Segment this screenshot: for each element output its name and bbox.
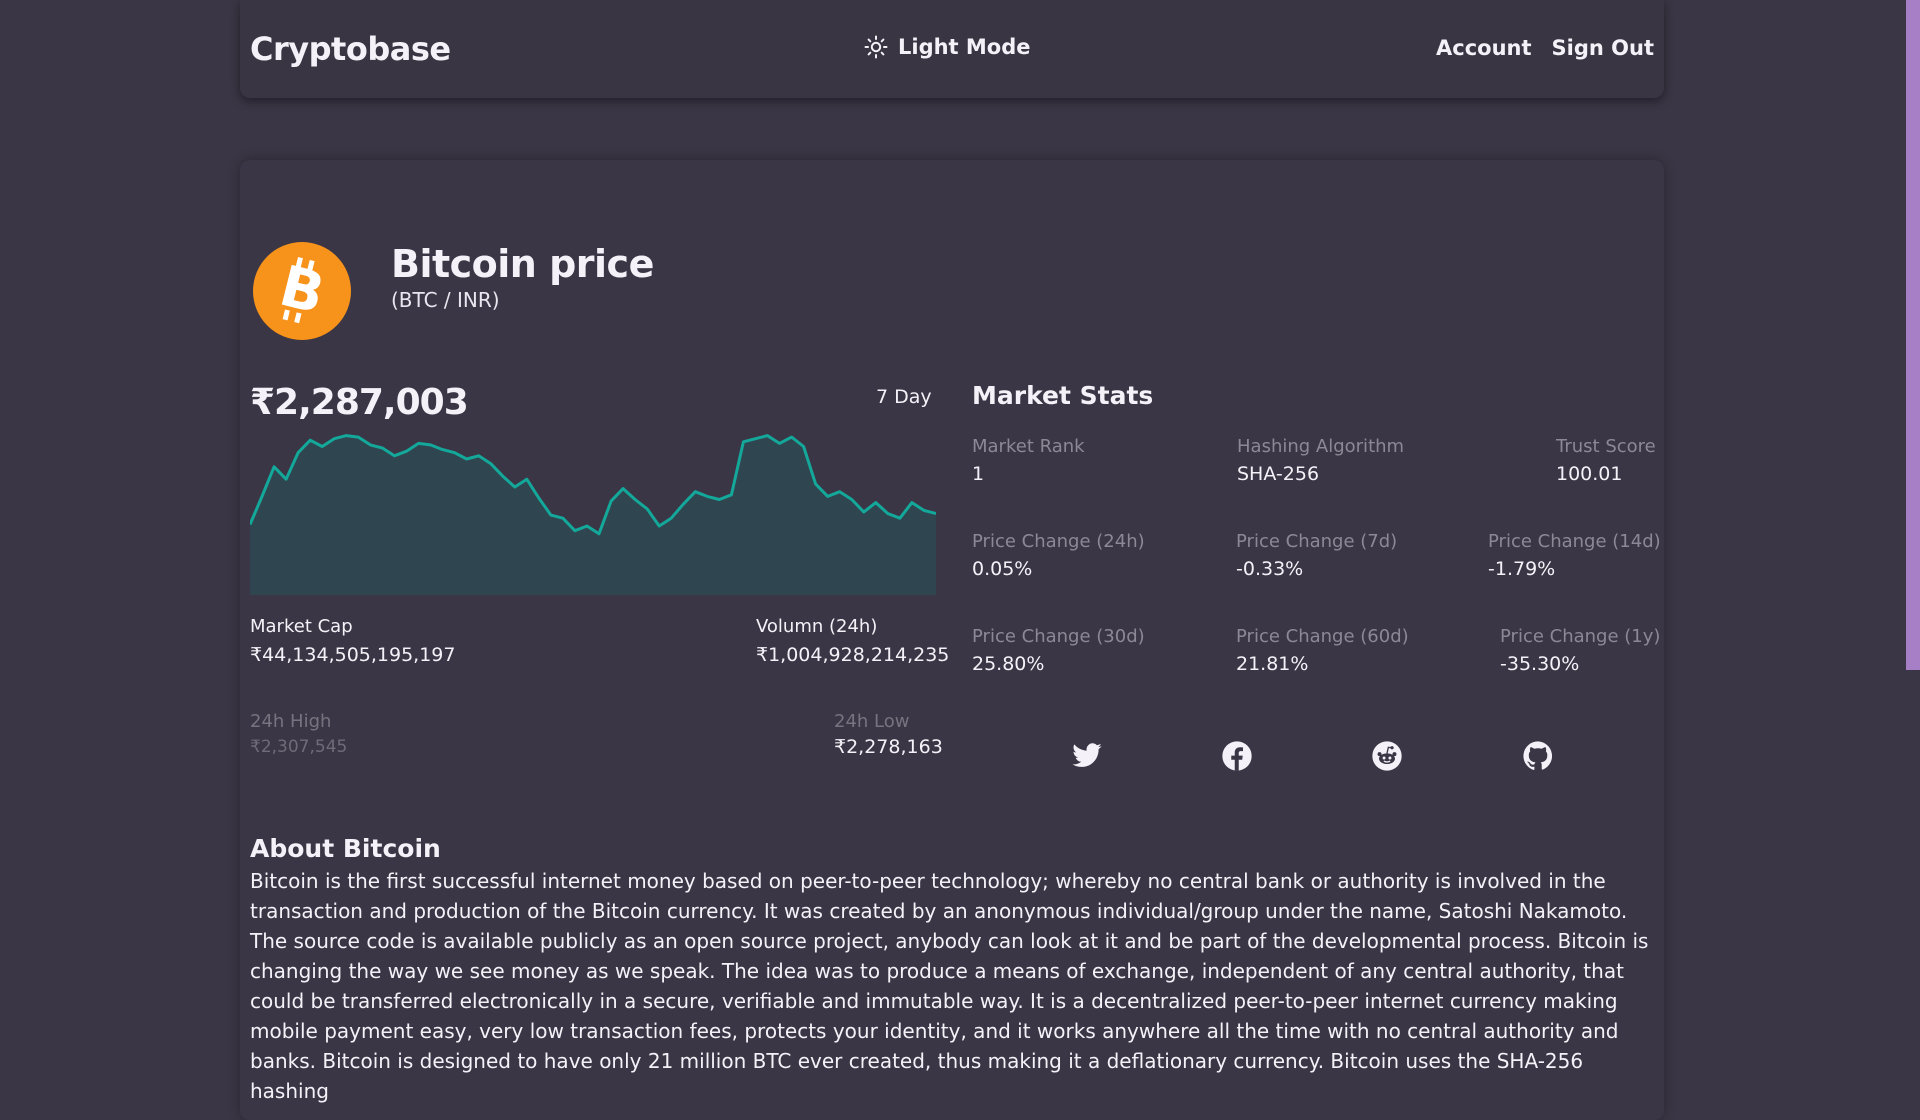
price-change-14d-label: Price Change (14d) <box>1488 531 1661 552</box>
volume-label: Volumn (24h) <box>756 616 878 637</box>
high-24h-value: ₹2,307,545 <box>250 737 348 757</box>
about-title: About Bitcoin <box>250 834 441 863</box>
current-price: ₹2,287,003 <box>250 382 469 423</box>
github-icon[interactable] <box>1522 740 1554 772</box>
price-change-7d-value: -0.33% <box>1236 558 1304 580</box>
sun-icon <box>864 35 888 59</box>
bitcoin-logo-icon: B <box>253 242 351 340</box>
navbar: Cryptobase Light Mode Account Sign Out <box>240 0 1664 98</box>
price-change-60d-value: 21.81% <box>1236 653 1309 675</box>
price-change-1y-value: -35.30% <box>1500 653 1580 675</box>
hashing-algorithm-value: SHA-256 <box>1237 463 1320 485</box>
coin-pair: (BTC / INR) <box>391 288 500 312</box>
hashing-algorithm-label: Hashing Algorithm <box>1237 436 1405 457</box>
price-change-24h-value: 0.05% <box>972 558 1033 580</box>
price-change-1y-label: Price Change (1y) <box>1500 626 1661 647</box>
price-change-60d-label: Price Change (60d) <box>1236 626 1409 647</box>
nav-links: Account Sign Out <box>1436 36 1654 60</box>
price-change-14d-value: -1.79% <box>1488 558 1556 580</box>
market-cap-value: ₹44,134,505,195,197 <box>250 644 456 666</box>
trust-score-label: Trust Score <box>1556 436 1656 457</box>
about-description: Bitcoin is the first successful internet… <box>250 869 1649 1103</box>
chart-range-label: 7 Day <box>876 386 932 408</box>
facebook-icon[interactable] <box>1221 740 1253 772</box>
market-rank-value: 1 <box>972 463 985 485</box>
price-change-30d-label: Price Change (30d) <box>972 626 1145 647</box>
theme-toggle-label: Light Mode <box>898 35 1031 59</box>
high-24h-label: 24h High <box>250 711 332 732</box>
price-sparkline-chart <box>250 434 936 595</box>
scrollbar-thumb[interactable] <box>1906 0 1920 670</box>
price-change-7d-label: Price Change (7d) <box>1236 531 1398 552</box>
account-link[interactable]: Account <box>1436 36 1532 60</box>
reddit-icon[interactable] <box>1371 740 1403 772</box>
trust-score-value: 100.01 <box>1556 463 1623 485</box>
coin-title: Bitcoin price <box>391 242 654 286</box>
brand-logo-text[interactable]: Cryptobase <box>250 30 451 68</box>
price-change-30d-value: 25.80% <box>972 653 1045 675</box>
low-24h-value: ₹2,278,163 <box>834 736 943 758</box>
price-change-24h-label: Price Change (24h) <box>972 531 1145 552</box>
volume-value: ₹1,004,928,214,235 <box>756 644 950 666</box>
market-cap-label: Market Cap <box>250 616 353 637</box>
market-rank-label: Market Rank <box>972 436 1085 457</box>
market-stats-title: Market Stats <box>972 381 1154 410</box>
coin-details-card: B Bitcoin price (BTC / INR) ₹2,287,003 7… <box>240 160 1664 1120</box>
sign-out-link[interactable]: Sign Out <box>1552 36 1654 60</box>
sparkline-area <box>250 435 936 595</box>
low-24h-label: 24h Low <box>834 711 910 732</box>
twitter-icon[interactable] <box>1071 740 1103 772</box>
theme-toggle-button[interactable]: Light Mode <box>864 35 1031 59</box>
